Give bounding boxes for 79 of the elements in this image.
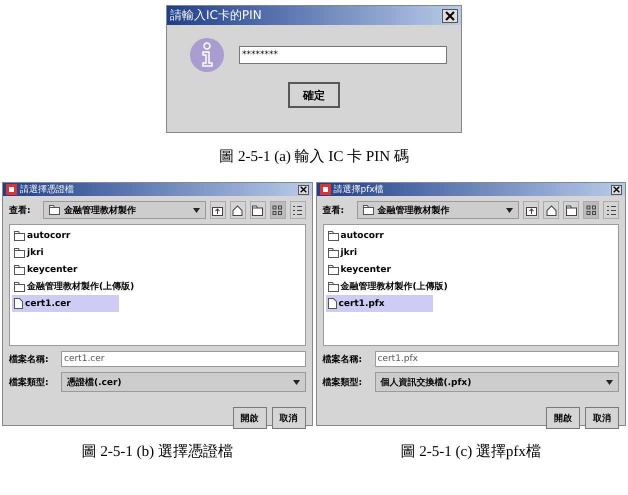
list-view-button[interactable] <box>583 201 599 219</box>
up-folder-button[interactable] <box>210 201 226 219</box>
folder-icon <box>328 230 338 240</box>
look-in-dropdown[interactable]: 金融管理教材製作 <box>356 201 519 219</box>
folder-icon <box>566 204 576 216</box>
close-icon <box>300 186 306 193</box>
details-list-icon <box>292 204 303 216</box>
app-icon <box>6 184 17 195</box>
folder-icon <box>14 248 25 258</box>
grid-icon <box>586 204 596 216</box>
window-title: 請輸入IC卡的PIN <box>170 7 263 24</box>
figure-caption: 圖 2-5-1 (b) 選擇憑證檔 <box>82 442 233 461</box>
home-button[interactable] <box>230 201 246 219</box>
file-list-item[interactable]: jkri <box>12 244 119 261</box>
file-list-item[interactable]: cert1.pfx <box>326 295 432 312</box>
close-icon <box>613 186 620 193</box>
file-name-label: 檔案名稱: <box>9 353 50 366</box>
close-button[interactable] <box>611 184 622 194</box>
folder-icon <box>14 282 25 292</box>
file-list-item[interactable]: 金融管理教材製作(上傳版) <box>12 278 134 295</box>
file-list-item[interactable]: keycenter <box>12 261 119 278</box>
folder-up-icon <box>526 204 536 216</box>
file-list-item[interactable]: jkri <box>326 244 432 261</box>
dialog-button[interactable]: 開啟 <box>546 407 580 429</box>
password-field[interactable]: ******** <box>239 46 447 64</box>
folder-icon <box>49 205 60 215</box>
file-list-item[interactable]: cert1.cer <box>12 295 119 312</box>
details-view-button[interactable] <box>290 201 306 219</box>
app-icon <box>320 184 330 195</box>
document-icon <box>328 298 336 309</box>
home-icon <box>232 204 243 216</box>
dialog-button[interactable]: 開啟 <box>232 407 266 429</box>
folder-icon <box>14 230 25 240</box>
new-folder-button[interactable] <box>563 201 579 219</box>
up-folder-button[interactable] <box>523 201 539 219</box>
caret-icon <box>506 208 513 212</box>
file-name-field[interactable]: cert1.cer <box>61 351 306 367</box>
close-button[interactable] <box>298 184 308 194</box>
details-list-icon <box>606 204 616 216</box>
window-title: 請選擇pfx檔 <box>334 184 385 196</box>
folder-icon <box>328 264 338 274</box>
file-type-dropdown[interactable]: 憑證檔(.cer) <box>61 372 306 392</box>
dialog-button[interactable]: 取消 <box>272 407 306 429</box>
details-view-button[interactable] <box>603 201 619 219</box>
new-folder-button[interactable] <box>250 201 266 219</box>
file-type-dropdown[interactable]: 個人資訊交換檔(.pfx) <box>374 372 619 392</box>
figure-caption: 圖 2-5-1 (c) 選擇pfx檔 <box>400 442 541 461</box>
ok-button[interactable]: 確定 <box>288 82 340 108</box>
caret-icon <box>606 380 613 384</box>
look-in-label: 查看: <box>322 204 346 216</box>
folder-up-icon <box>212 204 223 216</box>
caret-icon <box>192 208 200 212</box>
figure-caption: 圖 2-5-1 (a) 輸入 IC 卡 PIN 碼 <box>219 148 409 166</box>
close-button[interactable] <box>442 8 458 22</box>
close-icon <box>445 10 455 20</box>
look-in-dropdown[interactable]: 金融管理教材製作 <box>43 201 206 219</box>
file-list-item[interactable]: autocorr <box>326 227 432 244</box>
dialog-button[interactable]: 取消 <box>585 407 619 429</box>
folder-icon <box>328 282 338 292</box>
file-name-field[interactable]: cert1.pfx <box>374 351 619 367</box>
window-title: 請選擇憑證檔 <box>20 184 75 196</box>
file-type-label: 檔案類型: <box>322 376 364 388</box>
folder-icon <box>252 204 263 216</box>
file-type-label: 檔案類型: <box>9 376 50 388</box>
caret-icon <box>292 380 300 384</box>
folder-icon <box>328 248 338 258</box>
list-view-button[interactable] <box>270 201 286 219</box>
file-list-item[interactable]: autocorr <box>12 227 119 244</box>
look-in-label: 查看: <box>9 204 32 216</box>
file-list-item[interactable]: 金融管理教材製作(上傳版) <box>326 278 448 295</box>
file-name-label: 檔案名稱: <box>322 353 364 366</box>
home-button[interactable] <box>543 201 559 219</box>
folder-icon <box>14 264 25 274</box>
home-icon <box>546 204 556 216</box>
info-icon <box>189 37 225 73</box>
file-list-item[interactable]: keycenter <box>326 261 432 278</box>
folder-icon <box>362 205 374 215</box>
grid-icon <box>272 204 283 216</box>
document-icon <box>14 298 23 309</box>
